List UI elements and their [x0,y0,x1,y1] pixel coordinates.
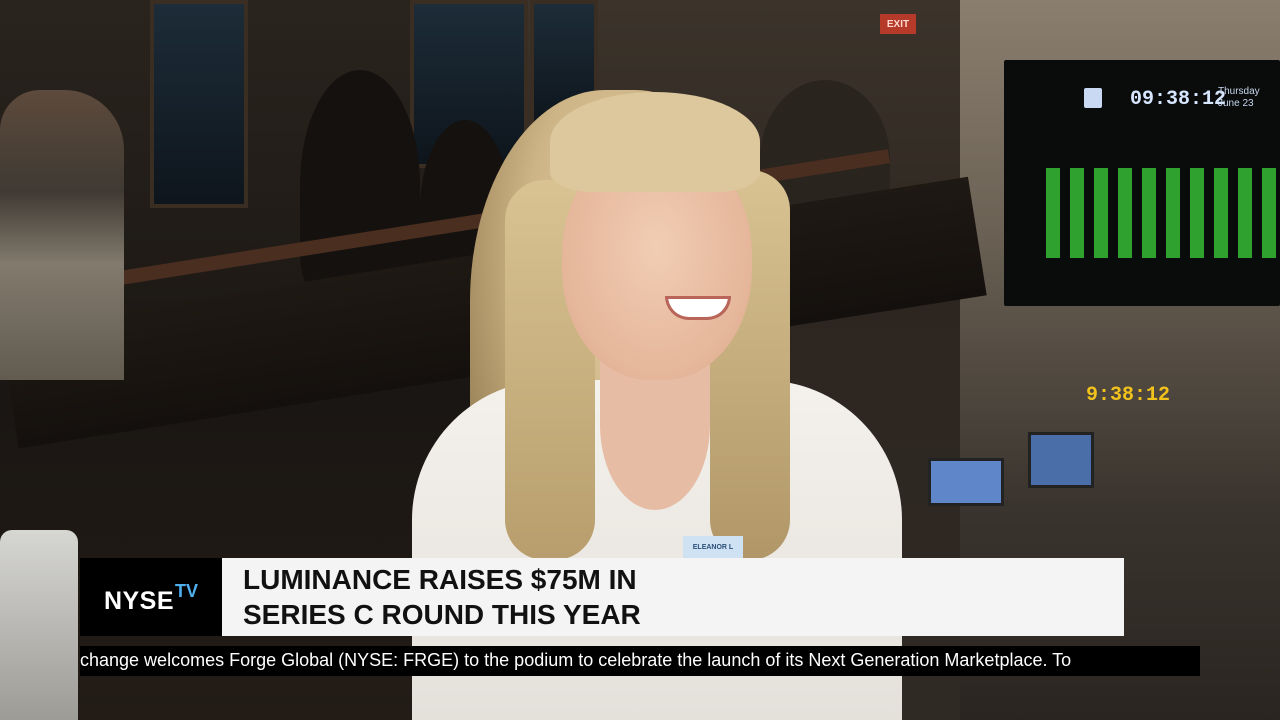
board-logo-icon [1084,88,1102,108]
news-ticker: change welcomes Forge Global (NYSE: FRGE… [80,646,1200,676]
logo-text: NYSE [103,586,175,615]
interviewee-hair-top [550,92,760,192]
person-left-edge [0,90,124,380]
board-date: Thursday June 23 [1218,86,1260,109]
exit-sign: EXIT [880,14,916,34]
board-clock: 09:38:12 [1130,88,1227,111]
headline-line-1: LUMINANCE RAISES $75M IN [243,564,637,595]
camera-equipment [0,530,78,720]
headline-line-2: SERIES C ROUND THIS YEAR [243,599,641,630]
desk-monitor [928,458,1004,506]
floor-window [150,0,248,208]
headline-text: LUMINANCE RAISES $75M IN SERIES C ROUND … [243,562,641,632]
desk-monitor [1028,432,1094,488]
name-tag: ELEANOR L [683,536,743,558]
logo-super-text: TV [175,580,199,601]
nyse-tv-logo: NYSE TV [80,558,222,636]
stock-ticker-board: 09:38:12 Thursday June 23 [1004,60,1280,306]
ticker-text: change welcomes Forge Global (NYSE: FRGE… [80,650,1072,670]
floor-clock: 9:38:12 [1086,384,1171,407]
board-price-bars [1046,168,1276,258]
lower-third-headline: LUMINANCE RAISES $75M IN SERIES C ROUND … [222,558,1124,636]
